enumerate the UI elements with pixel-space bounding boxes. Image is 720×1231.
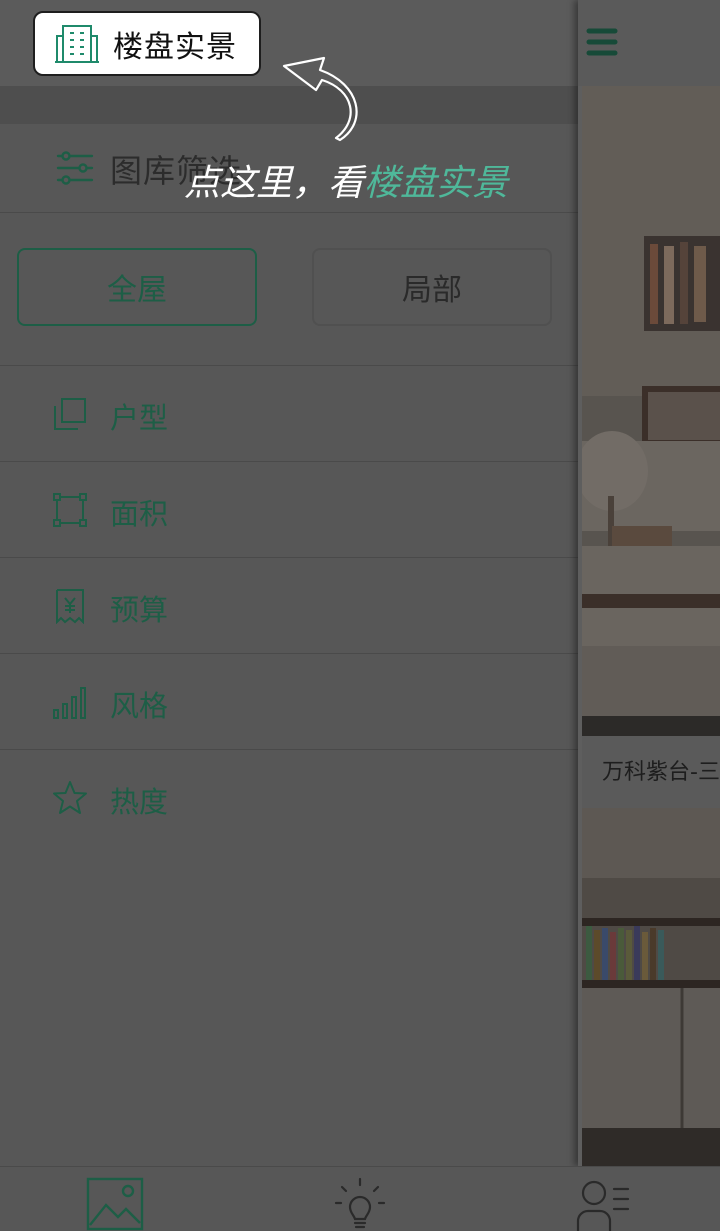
gallery-icon[interactable]: [86, 1177, 146, 1231]
guide-hint-text: 点这里，看楼盘实景: [184, 154, 508, 206]
layers-icon: [54, 398, 86, 430]
user-list-icon[interactable]: [572, 1177, 632, 1231]
filter-item-label: 户型: [110, 401, 169, 435]
bottom-tab-bar: [0, 1166, 720, 1231]
real-estate-photos-label: 楼盘实景: [113, 29, 237, 65]
scope-whole-house-button[interactable]: 全屋: [17, 248, 257, 326]
filter-item-label: 热度: [110, 785, 169, 819]
photo-caption-bar[interactable]: 万科紫台-三: [582, 736, 720, 808]
filter-item-popularity[interactable]: 热度: [0, 750, 578, 845]
hamburger-menu-icon[interactable]: [586, 26, 618, 58]
filter-list: 户型 面积 预算 风格 热度: [0, 366, 578, 845]
main-content: 万科紫台-三: [578, 0, 720, 1166]
filter-sliders-icon: [56, 151, 94, 185]
living-room-photo-image: [582, 808, 720, 1166]
main-header: [578, 0, 720, 86]
gallery-photo-living[interactable]: [582, 808, 720, 1166]
real-estate-photos-button[interactable]: 楼盘实景: [33, 11, 261, 76]
bars-icon: [53, 687, 86, 719]
guide-arrow-icon: [282, 56, 358, 142]
lightbulb-icon[interactable]: [330, 1177, 390, 1231]
receipt-yuan-icon: [56, 589, 84, 624]
bedroom-photo-image: [582, 86, 720, 736]
filter-item-style[interactable]: 风格: [0, 654, 578, 750]
filter-item-budget[interactable]: 预算: [0, 558, 578, 654]
filter-item-label: 预算: [110, 593, 169, 627]
star-icon: [53, 781, 87, 814]
building-icon: [55, 24, 99, 63]
scope-partial-button[interactable]: 局部: [312, 248, 552, 326]
scope-toggle-row: 全屋 局部: [0, 212, 578, 366]
filter-item-label: 风格: [110, 689, 169, 723]
filter-item-area[interactable]: 面积: [0, 462, 578, 558]
guide-hint-prefix: 点这里，看: [184, 163, 365, 204]
guide-hint-highlight: 楼盘实景: [364, 163, 509, 204]
gallery-photo-bedroom[interactable]: [582, 86, 720, 736]
frame-icon: [53, 493, 87, 527]
filter-item-label: 面积: [110, 497, 169, 531]
filter-item-layout[interactable]: 户型: [0, 366, 578, 462]
photo-caption: 万科紫台-三: [602, 760, 720, 785]
